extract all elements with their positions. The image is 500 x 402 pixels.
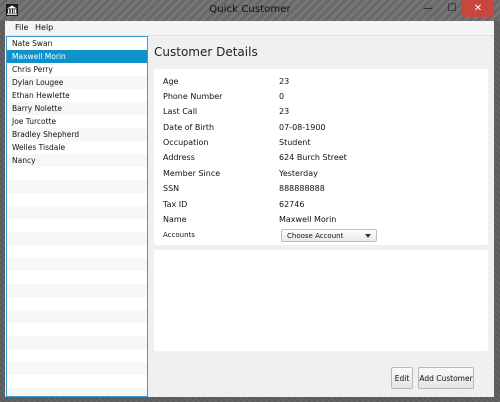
empty-list-row	[7, 219, 147, 232]
details-pane: Customer Details Age 23 Phone Number 0 Last …	[153, 36, 494, 397]
app-window: File Help Nate Swan Maxwell Morin Chris Pe…	[5, 21, 494, 397]
accounts-label: Accounts	[163, 231, 195, 239]
detail-label: Last Call	[163, 107, 198, 116]
detail-label: Age	[163, 77, 179, 86]
empty-list-row	[7, 388, 147, 396]
list-item[interactable]: Nancy	[7, 154, 147, 167]
detail-value: Maxwell Morin	[279, 215, 337, 224]
detail-value: Yesterday	[279, 169, 318, 178]
empty-list-row	[7, 245, 147, 258]
empty-list-row	[7, 362, 147, 375]
list-item[interactable]: Welles Tisdale	[7, 141, 147, 154]
detail-value: 624 Burch Street	[279, 153, 347, 162]
detail-value: 23	[279, 77, 290, 86]
account-select[interactable]: Choose Account	[281, 229, 377, 242]
account-select-value: Choose Account	[287, 232, 344, 240]
empty-list-row	[7, 310, 147, 323]
minimize-button[interactable]: —	[416, 0, 440, 17]
detail-value: 23	[279, 107, 290, 116]
menu-help[interactable]: Help	[35, 23, 53, 32]
empty-list-row	[7, 206, 147, 219]
detail-label: Tax ID	[163, 200, 188, 209]
list-item[interactable]: Nate Swan	[7, 37, 147, 50]
detail-label: SSN	[163, 184, 180, 193]
list-item[interactable]: Bradley Shepherd	[7, 128, 147, 141]
empty-list-row	[7, 284, 147, 297]
minimize-icon: —	[423, 3, 433, 14]
detail-label: Member Since	[163, 169, 221, 178]
empty-list-row	[7, 258, 147, 271]
list-item[interactable]: Maxwell Morin	[7, 50, 147, 63]
close-icon: ✕	[473, 3, 483, 14]
page-title: Customer Details	[154, 45, 258, 59]
detail-label: Occupation	[163, 138, 209, 147]
detail-label: Date of Birth	[163, 123, 215, 132]
menu-bar: File Help	[5, 21, 494, 36]
menu-file[interactable]: File	[15, 23, 28, 32]
empty-list-row	[7, 297, 147, 310]
maximize-button[interactable]: ☐	[440, 0, 464, 17]
list-item[interactable]: Chris Perry	[7, 63, 147, 76]
detail-label: Address	[163, 153, 195, 162]
list-item[interactable]: Joe Turcotte	[7, 115, 147, 128]
detail-value: 07-08-1900	[279, 123, 326, 132]
chevron-down-icon	[365, 234, 371, 238]
edit-button[interactable]: Edit	[391, 367, 413, 389]
customer-details-card: Age 23 Phone Number 0 Last Call 23 Date of Bir…	[154, 69, 488, 245]
empty-list-row	[7, 167, 147, 180]
empty-list-row	[7, 271, 147, 284]
detail-value: 888888888	[279, 184, 325, 193]
empty-list-row	[7, 193, 147, 206]
empty-list-row	[7, 180, 147, 193]
customer-list[interactable]: Nate Swan Maxwell Morin Chris Perry Dylan L…	[6, 36, 148, 397]
empty-list-row	[7, 375, 147, 388]
list-item[interactable]: Barry Nolette	[7, 102, 147, 115]
close-button[interactable]: ✕	[462, 0, 494, 17]
empty-list-row	[7, 336, 147, 349]
accounts-panel	[154, 250, 488, 351]
add-customer-button[interactable]: Add Customer	[418, 367, 474, 389]
detail-label: Phone Number	[163, 92, 223, 101]
maximize-icon: ☐	[447, 3, 457, 14]
list-item[interactable]: Dylan Lougee	[7, 76, 147, 89]
title-bar[interactable]: Quick Customer — ☐ ✕	[0, 0, 500, 21]
empty-list-row	[7, 323, 147, 336]
empty-list-row	[7, 232, 147, 245]
detail-value: 62746	[279, 200, 305, 209]
list-item[interactable]: Ethan Hewlette	[7, 89, 147, 102]
empty-list-row	[7, 349, 147, 362]
detail-label: Name	[163, 215, 187, 224]
detail-value: Student	[279, 138, 311, 147]
detail-value: 0	[279, 92, 285, 101]
